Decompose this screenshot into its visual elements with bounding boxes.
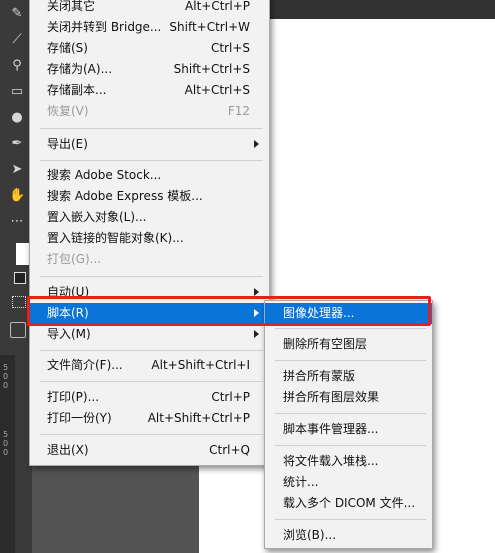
menu-separator	[40, 160, 263, 161]
menu-item-label: 拼合所有蒙版	[283, 369, 356, 383]
menu-item-label: 存储为(A)...	[47, 62, 113, 76]
eyedropper-icon[interactable]: ✎	[9, 6, 25, 22]
eraser-icon[interactable]: ▭	[9, 84, 25, 100]
submenu-item-browse[interactable]: 浏览(B)...	[265, 525, 432, 546]
menu-item-label: 存储(S)	[47, 41, 88, 55]
menu-item-label: 拼合所有图层效果	[283, 390, 380, 404]
menu-separator	[40, 350, 263, 351]
menu-item-label: 打印一份(Y)	[47, 411, 112, 425]
menu-item-save-copy[interactable]: 存储副本... Alt+Ctrl+S	[30, 80, 269, 101]
menu-separator	[40, 128, 263, 129]
menu-item-shortcut: Alt+Shift+Ctrl+I	[151, 358, 250, 372]
ruler-number: 0	[3, 448, 9, 457]
menu-item-shortcut: F12	[227, 104, 250, 118]
menu-item-label: 统计...	[283, 475, 319, 489]
hand-icon[interactable]: ✋	[9, 188, 25, 204]
menu-item-import[interactable]: 导入(M)	[30, 324, 269, 345]
menu-item-shortcut: Alt+Shift+Ctrl+P	[147, 411, 250, 425]
vertical-ruler: 5 0 0 5 0 0	[0, 355, 15, 553]
menu-item-shortcut: Alt+Ctrl+P	[185, 0, 250, 13]
menu-item-label: 搜索 Adobe Stock...	[47, 168, 162, 182]
ruler-labels: 5 0 0 5 0 0	[3, 363, 11, 457]
menu-item-print[interactable]: 打印(P)... Ctrl+P	[30, 387, 269, 408]
submenu-item-load-dicom[interactable]: 载入多个 DICOM 文件...	[265, 493, 432, 514]
menu-item-print-one-copy[interactable]: 打印一份(Y) Alt+Shift+Ctrl+P	[30, 408, 269, 429]
submenu-arrow-icon	[254, 140, 259, 148]
menu-item-label: 导入(M)	[47, 327, 91, 341]
ruler-number: 0	[3, 439, 9, 448]
ruler-number: 5	[3, 430, 9, 439]
submenu-item-flatten-layer-effects[interactable]: 拼合所有图层效果	[265, 387, 432, 408]
menu-item-label: 恢复(V)	[47, 104, 89, 118]
quick-mask-icon[interactable]	[12, 296, 26, 308]
annotation-highlight-box	[27, 296, 431, 326]
menu-item-label: 浏览(B)...	[283, 528, 337, 542]
menu-item-label: 关闭并转到 Bridge...	[47, 20, 162, 34]
submenu-item-flatten-masks[interactable]: 拼合所有蒙版	[265, 366, 432, 387]
menu-item-search-adobe-stock[interactable]: 搜索 Adobe Stock...	[30, 165, 269, 186]
menu-separator	[40, 434, 263, 435]
menu-item-close-go-bridge[interactable]: 关闭并转到 Bridge... Shift+Ctrl+W	[30, 17, 269, 38]
screen-mode-icon[interactable]	[10, 322, 26, 338]
menu-item-label: 脚本事件管理器...	[283, 422, 379, 436]
move-icon[interactable]: ➤	[9, 162, 25, 178]
menu-item-package[interactable]: 打包(G)...	[30, 249, 269, 270]
more-tools-icon[interactable]: ⋯	[9, 214, 25, 230]
menu-item-shortcut: Shift+Ctrl+W	[169, 20, 250, 34]
menu-item-label: 载入多个 DICOM 文件...	[283, 496, 416, 510]
menu-item-close-others[interactable]: 关闭其它 Alt+Ctrl+P	[30, 0, 269, 17]
ruler-number: 0	[3, 381, 9, 390]
menu-separator	[275, 445, 426, 446]
menu-separator	[275, 328, 426, 329]
menu-item-save-as[interactable]: 存储为(A)... Shift+Ctrl+S	[30, 59, 269, 80]
menu-separator	[275, 413, 426, 414]
menu-item-file-info[interactable]: 文件简介(F)... Alt+Shift+Ctrl+I	[30, 355, 269, 376]
menu-item-label: 置入链接的智能对象(K)...	[47, 231, 184, 245]
menu-item-save[interactable]: 存储(S) Ctrl+S	[30, 38, 269, 59]
menu-item-shortcut: Ctrl+Q	[209, 443, 250, 457]
menu-item-place-embedded[interactable]: 置入嵌入对象(L)...	[30, 207, 269, 228]
menu-item-label: 关闭其它	[47, 0, 96, 13]
menu-item-label: 将文件载入堆栈...	[283, 454, 379, 468]
file-menu: 关闭其它 Alt+Ctrl+P 关闭并转到 Bridge... Shift+Ct…	[29, 0, 270, 466]
ruler-number: 0	[3, 372, 9, 381]
menu-separator	[40, 276, 263, 277]
menu-item-shortcut: Ctrl+S	[210, 41, 250, 55]
pen-icon[interactable]: ✒	[9, 136, 25, 152]
menu-item-label: 置入嵌入对象(L)...	[47, 210, 147, 224]
menu-separator	[275, 519, 426, 520]
menu-separator	[40, 381, 263, 382]
brush-icon[interactable]: ⟋	[9, 32, 25, 48]
menu-item-revert[interactable]: 恢复(V) F12	[30, 101, 269, 122]
menu-item-label: 文件简介(F)...	[47, 358, 123, 372]
menu-item-shortcut: Shift+Ctrl+S	[173, 62, 250, 76]
menu-item-label: 打包(G)...	[47, 252, 102, 266]
ruler-number: 5	[3, 363, 9, 372]
submenu-item-delete-empty-layers[interactable]: 删除所有空图层	[265, 334, 432, 355]
menu-item-shortcut: Alt+Ctrl+S	[184, 83, 250, 97]
submenu-arrow-icon	[254, 288, 259, 296]
submenu-arrow-icon	[254, 330, 259, 338]
scripts-submenu: 图像处理器... 删除所有空图层 拼合所有蒙版 拼合所有图层效果 脚本事件管理器…	[264, 300, 433, 549]
menu-item-shortcut: Ctrl+P	[211, 390, 250, 404]
submenu-item-statistics[interactable]: 统计...	[265, 472, 432, 493]
foreground-color-swatch[interactable]	[16, 243, 30, 265]
menu-item-export[interactable]: 导出(E)	[30, 134, 269, 155]
menu-item-label: 存储副本...	[47, 83, 107, 97]
menu-item-label: 退出(X)	[47, 443, 89, 457]
dodge-icon[interactable]: ●	[9, 110, 25, 126]
menu-item-exit[interactable]: 退出(X) Ctrl+Q	[30, 440, 269, 461]
menu-item-place-linked[interactable]: 置入链接的智能对象(K)...	[30, 228, 269, 249]
menu-item-label: 打印(P)...	[47, 390, 100, 404]
menu-separator	[275, 360, 426, 361]
menu-item-label: 导出(E)	[47, 137, 88, 151]
submenu-item-load-files-into-stack[interactable]: 将文件载入堆栈...	[265, 451, 432, 472]
menu-item-label: 搜索 Adobe Express 模板...	[47, 189, 203, 203]
swap-colors-icon[interactable]	[14, 272, 26, 284]
submenu-item-script-events-manager[interactable]: 脚本事件管理器...	[265, 419, 432, 440]
menu-item-search-adobe-express[interactable]: 搜索 Adobe Express 模板...	[30, 186, 269, 207]
menu-item-label: 删除所有空图层	[283, 337, 368, 351]
clone-stamp-icon[interactable]: ⚲	[9, 58, 25, 74]
